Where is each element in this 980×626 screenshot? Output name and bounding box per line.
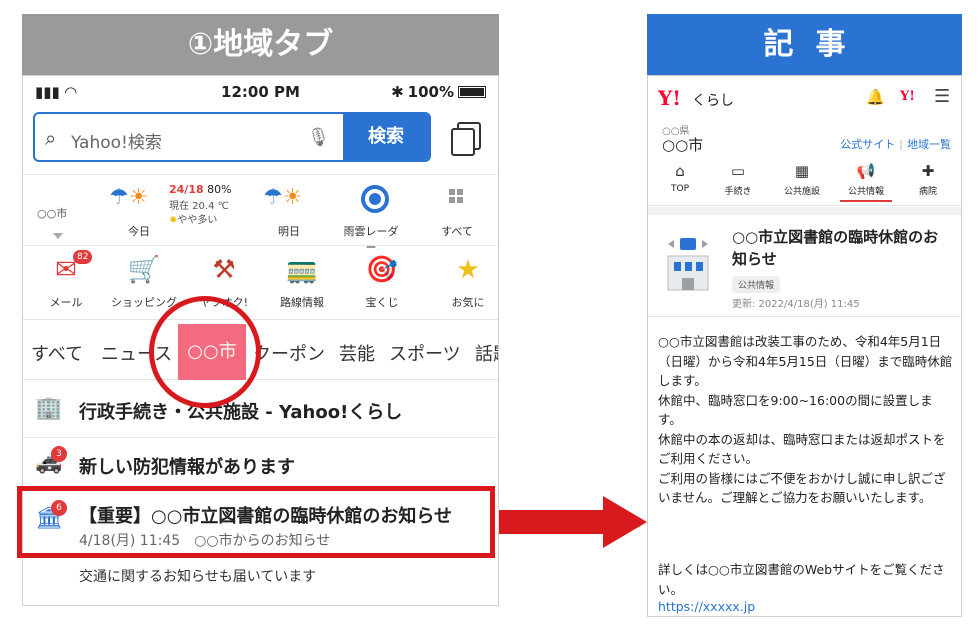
home-icon: ⌂ — [675, 162, 685, 180]
weather-widget[interactable]: ○○市 ☂☀ 今日 24/18 80% 現在 20.4 ℃ ✹やや多い ☂☀ 明… — [23, 174, 498, 254]
service-label: ショッピング — [111, 296, 177, 309]
nav-label: 病院 — [918, 187, 937, 197]
article-nav: ⌂ TOP ▭ 手続き ▦ 公共施設 📢 公共情報 ✚ 病院 — [648, 160, 961, 206]
nav-public-info[interactable]: 📢 公共情報 — [840, 162, 892, 202]
battery-indicator: ✱ 100% — [391, 83, 486, 101]
radar-icon[interactable] — [361, 185, 389, 213]
pollen-level: ✹やや多い — [169, 215, 218, 226]
tab-sports[interactable]: スポーツ — [389, 340, 461, 366]
umbrella-sun-icon: ☂☀ — [109, 185, 149, 210]
service-label: メール — [49, 296, 83, 309]
weather-today-label: 今日 — [128, 225, 150, 238]
nav-label: 公共施設 — [783, 187, 820, 197]
hammer-icon: ⚒ — [212, 255, 236, 285]
arrow-right-icon — [499, 496, 647, 548]
treasure-icon: 🎯 — [365, 255, 399, 285]
nav-hospital[interactable]: ✚ 病院 — [902, 162, 954, 197]
inbox-icon: ▭ — [730, 162, 746, 180]
service-transit[interactable]: 🚃 路線情報 — [267, 248, 337, 310]
weather-tomorrow-label: 明日 — [278, 225, 300, 238]
star-icon: ★ — [456, 255, 480, 285]
article-more: 詳しくは○○市立図書館のWebサイトをご覧ください。 — [658, 562, 945, 597]
weather-now: 現在 20.4 ℃ — [169, 201, 229, 212]
nav-procedures[interactable]: ▭ 手続き — [712, 162, 764, 197]
mic-icon[interactable]: 🎙 — [307, 127, 330, 148]
tab-entertainment[interactable]: 芸能 — [339, 340, 375, 366]
grid-icon[interactable] — [449, 189, 463, 203]
status-bar: ▮▮▮ ◠ 12:00 PM ✱ 100% — [23, 76, 498, 108]
search-icon: ⌕ — [45, 126, 57, 150]
official-site-link[interactable]: 公式サイト — [840, 138, 895, 151]
megaphone-icon: 📢 — [856, 162, 876, 180]
search-input[interactable]: ⌕ Yahoo!検索 🎙 検索 — [33, 112, 431, 162]
battery-icon — [458, 86, 486, 98]
header-links: 公式サイト | 地域一覧 — [840, 136, 951, 152]
building-icon: 🏢 — [35, 396, 63, 421]
article-link[interactable]: https://xxxxx.jp — [658, 599, 755, 614]
nav-facilities[interactable]: ▦ 公共施設 — [776, 162, 828, 197]
list-item[interactable]: 🏢 行政手続き・公共施設 - Yahoo!くらし — [23, 382, 498, 438]
mail-badge: 82 — [73, 250, 93, 264]
right-panel-title: 記事 — [647, 14, 962, 75]
list-item[interactable]: 🚓 3 新しい防犯情報があります — [23, 438, 498, 490]
weather-all-label[interactable]: すべて — [427, 223, 487, 239]
service-lottery[interactable]: 🎯 宝くじ — [347, 248, 417, 310]
nav-label: 手続き — [724, 187, 752, 197]
nav-top[interactable]: ⌂ TOP — [654, 162, 706, 194]
battery-percent: 100% — [407, 83, 454, 101]
bell-icon[interactable]: 🔔 — [866, 88, 885, 106]
traffic-notice[interactable]: 交通に関するお知らせも届いています — [79, 566, 316, 586]
region-list-link[interactable]: 地域一覧 — [907, 138, 951, 151]
search-row: ⌕ Yahoo!検索 🎙 検索 — [33, 112, 488, 162]
yahoo-logo[interactable]: Y! — [658, 86, 681, 110]
nav-label: 公共情報 — [847, 187, 884, 197]
tomorrow-weather-icon: ☂☀ — [263, 185, 303, 210]
article-body: ○○市立図書館は改装工事のため、令和4年5月1日（日曜）から令和4年5月15日（… — [658, 334, 953, 505]
nav-label: TOP — [670, 184, 689, 194]
app-header: Y! くらし 🔔 Y! ☰ — [648, 76, 961, 118]
service-favorites[interactable]: ★ お気に — [433, 248, 498, 310]
list-item-title: 行政手続き・公共施設 - Yahoo!くらし — [79, 402, 403, 423]
list-item-title: 新しい防犯情報があります — [79, 457, 295, 478]
article-tag: 公共情報 — [732, 276, 781, 293]
yahoo-small-logo[interactable]: Y! — [900, 89, 915, 104]
service-label: 宝くじ — [365, 296, 399, 309]
menu-icon[interactable]: ☰ — [934, 86, 950, 107]
service-icons-row: ✉ 82 メール 🛒 ショッピング ⚒ ヤフオク! 🚃 路線情報 🎯 宝くじ ★ … — [23, 248, 498, 320]
mail-icon: ✉ 82 — [31, 248, 101, 292]
library-building-icon — [667, 238, 709, 291]
tab-all[interactable]: すべて — [31, 340, 83, 366]
train-icon: 🚃 — [285, 255, 319, 285]
weather-temp: 24/18 80% — [169, 183, 232, 196]
tabs-icon[interactable] — [451, 122, 481, 156]
highlight-box — [17, 486, 495, 558]
bluetooth-icon: ✱ — [391, 83, 404, 101]
service-shopping[interactable]: 🛒 ショッピング — [109, 248, 179, 310]
link-separator: | — [899, 138, 903, 151]
article-date: 更新: 2022/4/18(月) 11:45 — [732, 299, 860, 310]
section-divider — [648, 207, 961, 215]
article-title: ○○市立図書館の臨時休館のお知らせ — [732, 228, 939, 268]
logo-subtitle: くらし — [692, 93, 734, 109]
tab-topics[interactable]: 話題 — [475, 340, 498, 366]
chevron-down-icon — [53, 233, 63, 239]
service-mail[interactable]: ✉ 82 メール — [31, 248, 101, 310]
search-placeholder: Yahoo!検索 — [71, 133, 162, 153]
tab-coupon[interactable]: クーポン — [253, 340, 325, 366]
cart-icon: 🛒 — [127, 255, 161, 285]
weather-city[interactable]: ○○市 — [37, 205, 67, 221]
service-label: 路線情報 — [280, 296, 324, 309]
city-label: ○○市 — [662, 136, 704, 154]
article-divider — [648, 316, 961, 317]
highlight-circle — [149, 296, 261, 408]
article-screen: Y! くらし 🔔 Y! ☰ ○○県 ○○市 公式サイト | 地域一覧 ⌂ TOP ▭… — [647, 75, 962, 617]
left-panel-title: ①地域タブ — [22, 14, 499, 75]
notification-badge: 3 — [51, 446, 67, 462]
facility-icon: ▦ — [794, 162, 810, 180]
search-button[interactable]: 検索 — [343, 114, 429, 160]
hospital-icon: ✚ — [921, 162, 935, 180]
service-label: お気に — [451, 296, 485, 309]
